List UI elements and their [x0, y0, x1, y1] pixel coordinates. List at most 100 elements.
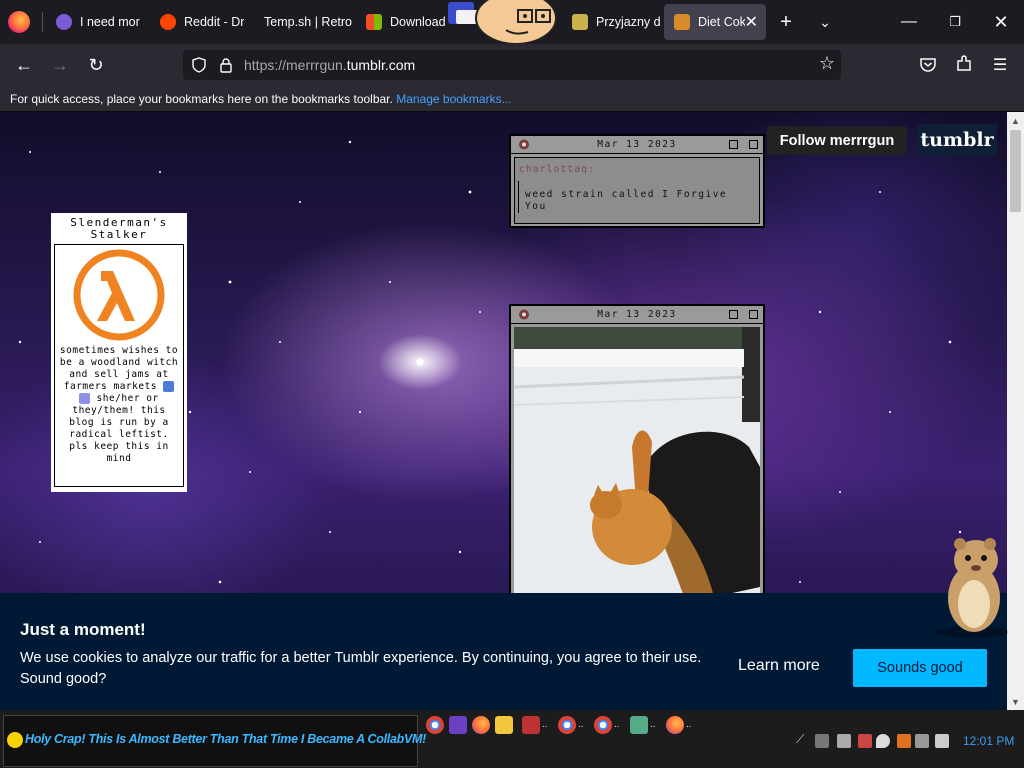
minimize-box-icon[interactable]	[729, 140, 738, 149]
bookmark-star-icon[interactable]: ☆	[819, 53, 835, 74]
cookie-banner: Just a moment! We use cookies to analyze…	[0, 593, 1007, 710]
app-icon[interactable]	[630, 716, 648, 734]
tab-title: Diet Cok	[698, 15, 745, 29]
taskbar-dots: ..	[542, 719, 548, 730]
tab-separator	[42, 12, 43, 32]
taskbar-dots: ..	[650, 719, 656, 730]
restore-button[interactable]: ❐	[932, 4, 978, 40]
url-bar[interactable]: https://merrrgun.tumblr.com ☆	[183, 50, 841, 80]
tab-strip: I need mor Reddit - Dr Temp.sh | Retro D…	[0, 0, 1024, 44]
clock[interactable]: 12:01 PM	[963, 734, 1014, 748]
cartoon-face-overlay	[448, 0, 557, 44]
tab-title: Przyjazny d	[596, 15, 660, 29]
url-domain: tumblr.com	[346, 57, 416, 73]
tab-title: Download	[390, 15, 446, 29]
blog-info-card: Slenderman's Stalker sometimes wishes to…	[51, 213, 187, 492]
app-icon[interactable]	[522, 716, 540, 734]
bookmarks-toolbar: For quick access, place your bookmarks h…	[0, 86, 1024, 112]
volume-icon[interactable]	[935, 734, 949, 748]
droplet-icon[interactable]	[876, 734, 890, 748]
emoji-icon	[163, 381, 175, 392]
tab-2[interactable]: Reddit - Dr	[150, 4, 248, 40]
new-tab-button[interactable]: +	[772, 8, 800, 36]
taskbar-dots: ..	[578, 719, 584, 730]
tab-favicon-icon	[56, 14, 72, 30]
tray-app-icon[interactable]	[858, 734, 872, 748]
accept-cookies-button[interactable]: Sounds good	[853, 649, 987, 687]
chrome-icon[interactable]	[426, 716, 444, 734]
tab-title: Reddit - Dr	[184, 15, 245, 29]
tab-3[interactable]: Temp.sh | Retro	[254, 4, 354, 40]
tumblr-logo[interactable]: tumblr	[917, 124, 997, 156]
post-text: Mar 13 2023 charlottaq: weed strain call…	[509, 134, 765, 228]
minimize-box-icon[interactable]	[729, 310, 738, 319]
tab-5[interactable]: Przyjazny d	[562, 4, 660, 40]
cookie-title: Just a moment!	[20, 620, 146, 639]
hamster-mascot	[936, 538, 1008, 638]
start-button[interactable]: Holy Crap! This Is Almost Better Than Th…	[3, 715, 426, 767]
blog-description-1: sometimes wishes to be a woodland witch …	[59, 345, 179, 392]
learn-more-button[interactable]: Learn more	[738, 657, 820, 675]
scroll-down-arrow-icon[interactable]: ▼	[1007, 693, 1024, 710]
tab-1[interactable]: I need mor	[46, 4, 144, 40]
reddit-icon	[160, 14, 176, 30]
firefox-icon[interactable]	[666, 716, 684, 734]
scroll-thumb[interactable]	[1010, 130, 1021, 212]
bookmarks-hint: For quick access, place your bookmarks h…	[10, 92, 393, 106]
follow-button[interactable]: Follow merrrgun	[767, 126, 907, 155]
blog-description: sometimes wishes to be a woodland witch …	[55, 341, 183, 465]
shield-icon[interactable]	[191, 57, 207, 73]
smiley-icon	[7, 732, 23, 748]
close-tab-icon[interactable]: ✕	[745, 12, 758, 32]
post-header: Mar 13 2023	[511, 136, 763, 154]
taskbar: Holy Crap! This Is Almost Better Than Th…	[0, 710, 1024, 768]
cookie-message: We use cookies to analyze our traffic fo…	[20, 650, 702, 687]
maximize-box-icon[interactable]	[749, 140, 758, 149]
network-icon[interactable]	[915, 734, 929, 748]
post-header: Mar 13 2023	[511, 306, 763, 324]
emoji-icon	[79, 393, 91, 404]
url-text: https://merrrgun.tumblr.com	[244, 57, 415, 73]
tray-app-icon[interactable]	[897, 734, 911, 748]
forward-button[interactable]: →	[45, 51, 75, 79]
menu-icon[interactable]: ☰	[985, 51, 1015, 79]
half-life-icon	[674, 14, 690, 30]
tab-title: Temp.sh | Retro	[264, 15, 353, 29]
taskbar-dots: ..	[686, 719, 692, 730]
tray-app-icon[interactable]	[837, 734, 851, 748]
network-off-icon[interactable]	[815, 734, 829, 748]
tray-chevron-icon[interactable]: ⟋	[796, 732, 804, 747]
post-date: Mar 13 2023	[597, 139, 677, 150]
url-prefix: https://merrrgun.	[244, 57, 347, 73]
manage-bookmarks-link[interactable]: Manage bookmarks...	[396, 92, 511, 106]
tab-favicon-icon	[572, 14, 588, 30]
back-button[interactable]: ←	[9, 51, 39, 79]
blog-title: Slenderman's Stalker	[70, 216, 168, 241]
taskbar-dots: ..	[614, 719, 620, 730]
half-life-lambda-logo	[73, 249, 165, 341]
reblog-author-link[interactable]: charlottaq:	[515, 158, 759, 175]
tab-4[interactable]: Download	[356, 4, 456, 40]
lock-icon[interactable]	[219, 57, 233, 73]
navigation-toolbar: ← → ↻ https://merrrgun.tumblr.com ☆ ☰	[0, 44, 1024, 86]
tab-active[interactable]: Diet Cok ✕	[664, 4, 766, 40]
chrome-icon[interactable]	[558, 716, 576, 734]
start-button-label: Holy Crap! This Is Almost Better Than Th…	[25, 732, 426, 746]
microsoft-icon	[366, 14, 382, 30]
pocket-icon[interactable]	[919, 57, 937, 73]
maximize-box-icon[interactable]	[749, 310, 758, 319]
chrome-icon[interactable]	[594, 716, 612, 734]
firefox-icon[interactable]	[472, 716, 490, 734]
post-date: Mar 13 2023	[597, 309, 677, 320]
visual-studio-icon[interactable]	[449, 716, 467, 734]
reload-button[interactable]: ↻	[81, 51, 111, 79]
scroll-up-arrow-icon[interactable]: ▲	[1007, 112, 1024, 129]
extensions-icon[interactable]	[955, 55, 973, 73]
post-text-content: weed strain called I Forgive You	[518, 181, 759, 213]
firefox-view-icon[interactable]	[8, 11, 30, 33]
blog-info-inner: sometimes wishes to be a woodland witch …	[54, 244, 184, 487]
close-window-button[interactable]: ✕	[978, 4, 1024, 40]
tab-list-chevron-icon[interactable]: ⌄	[811, 8, 839, 36]
minimize-button[interactable]: —	[886, 4, 932, 40]
file-explorer-icon[interactable]	[495, 716, 513, 734]
